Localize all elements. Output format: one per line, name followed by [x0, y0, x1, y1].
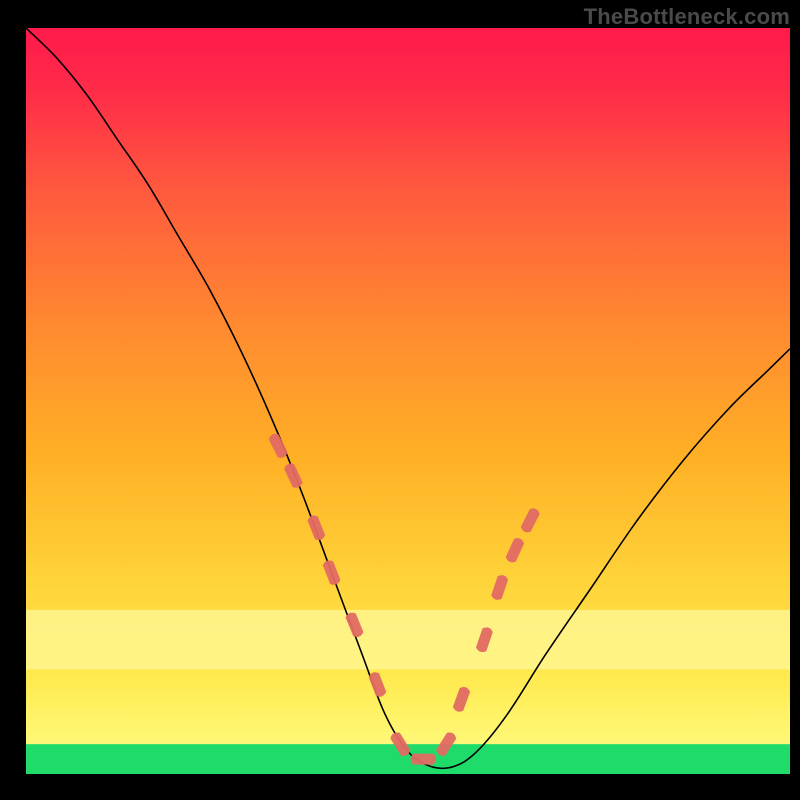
- marker-lozenge: [411, 754, 437, 765]
- band-pale-yellow: [26, 610, 790, 670]
- chart-svg: [26, 28, 790, 774]
- watermark-text: TheBottleneck.com: [584, 4, 790, 30]
- plot-area: [26, 28, 790, 774]
- chart-frame: TheBottleneck.com: [0, 0, 800, 800]
